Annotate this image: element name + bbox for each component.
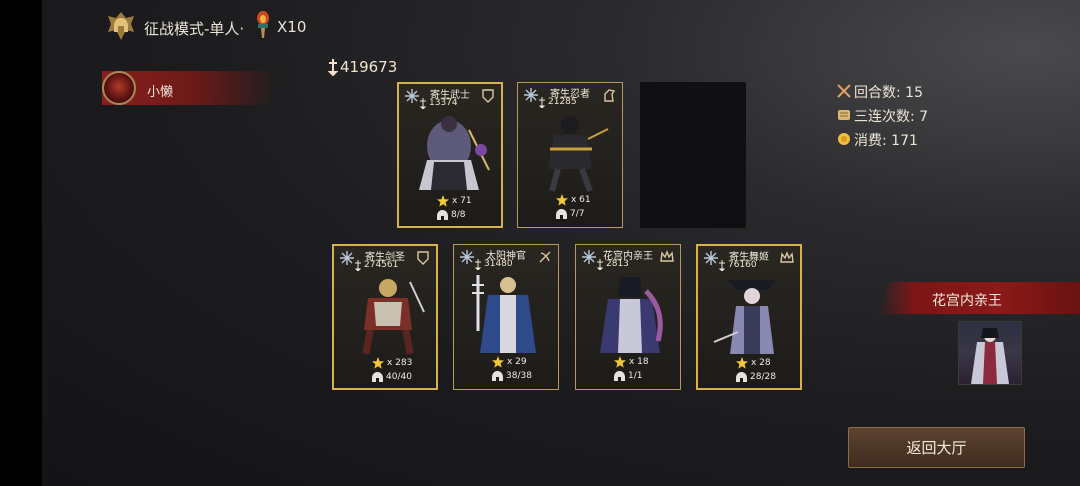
crossed-swords-icon <box>837 84 851 98</box>
hero-power: 13374 <box>429 98 458 108</box>
star-icon <box>614 356 626 368</box>
power-icon <box>327 59 339 76</box>
torch-icon <box>257 11 269 38</box>
star-icon <box>736 357 748 369</box>
player-name: 小懒 <box>147 85 174 100</box>
hero-stars: x 28 <box>751 358 771 368</box>
featured-hero-portrait[interactable] <box>958 321 1022 385</box>
hero-card[interactable]: 寄生武士 13374 x 71 8/8 <box>397 82 503 228</box>
hero-power: 21285 <box>548 97 577 107</box>
imperial-princess-portrait <box>971 328 1009 384</box>
hero-count: 38/38 <box>506 371 532 381</box>
hero-portrait-sword-saint <box>362 279 425 355</box>
hero-portrait-dancer <box>713 280 776 354</box>
hero-count: 1/1 <box>628 371 643 381</box>
scroll-icon <box>838 110 850 120</box>
star-icon <box>492 356 504 368</box>
hero-card[interactable]: 寄生剑圣 274561 x 283 40/40 <box>332 244 438 390</box>
hero-count: 8/8 <box>451 210 466 220</box>
coin-icon <box>838 133 850 145</box>
rounds-stat: 回合数: 15 <box>854 85 923 101</box>
hero-count: 7/7 <box>570 209 585 219</box>
hero-stars: x 71 <box>452 196 472 206</box>
ticket-count: X10 <box>277 18 307 36</box>
power-icon <box>474 259 482 270</box>
hero-stars: x 283 <box>387 358 413 368</box>
power-icon <box>354 260 362 271</box>
hero-power: 31480 <box>484 259 513 269</box>
cost-stat: 消费: 171 <box>854 133 918 149</box>
hero-power: 274561 <box>364 260 399 270</box>
game-screen: 征战模式-单人· X10 小懒 419673 寄生武士 13374 x 71 8… <box>42 0 1080 486</box>
helmet-icon <box>437 210 448 220</box>
hero-card[interactable]: 寄生忍者 21285 x 61 7/7 <box>517 82 623 228</box>
power-icon <box>718 260 726 271</box>
hero-portrait-ninja <box>548 116 609 193</box>
hero-power: 76160 <box>728 260 757 270</box>
helmet-icon <box>556 209 567 219</box>
power-icon <box>596 259 604 270</box>
hero-card[interactable]: 花宫内亲王 2813 x 18 1/1 <box>575 244 681 390</box>
helmet-icon <box>492 371 503 381</box>
hero-portrait-imperial-princess <box>600 277 663 353</box>
hero-portrait-samurai <box>419 116 490 190</box>
helmet-emblem-icon <box>108 12 134 40</box>
team-total-power: 419673 <box>340 58 398 76</box>
hero-stars: x 29 <box>507 357 527 367</box>
hero-power: 2813 <box>606 259 629 269</box>
mode-title: 征战模式-单人· <box>144 20 245 38</box>
hero-count: 40/40 <box>386 372 412 382</box>
empty-card-slot[interactable] <box>640 82 746 228</box>
star-icon <box>372 357 384 369</box>
triple-streak-stat: 三连次数: 7 <box>854 109 929 125</box>
hero-count: 28/28 <box>750 372 776 382</box>
hero-portrait-sun-priest <box>472 275 536 353</box>
star-icon <box>556 194 568 206</box>
helmet-icon <box>736 372 747 382</box>
hero-stars: x 61 <box>571 195 591 205</box>
power-icon <box>538 97 546 108</box>
hero-card[interactable]: 寄生舞姬 76160 x 28 28/28 <box>696 244 802 390</box>
helmet-icon <box>372 372 383 382</box>
return-lobby-button[interactable]: 返回大厅 <box>848 427 1025 468</box>
helmet-icon <box>614 371 625 381</box>
hero-card[interactable]: 太阳神官 31480 x 29 38/38 <box>453 244 559 390</box>
featured-hero-name: 花宫内亲王 <box>932 293 1002 309</box>
power-icon <box>419 98 427 109</box>
star-icon <box>437 195 449 207</box>
player-avatar[interactable] <box>102 71 136 105</box>
hero-stars: x 18 <box>629 357 649 367</box>
